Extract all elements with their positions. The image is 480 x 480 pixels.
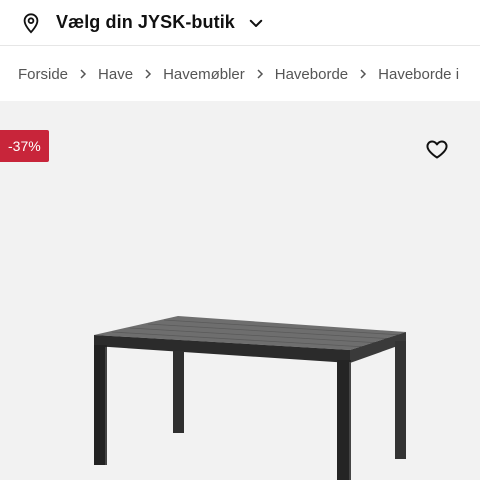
- product-image-area: -37%: [0, 101, 480, 480]
- breadcrumb-separator-icon: [358, 69, 368, 79]
- favorite-button[interactable]: [424, 136, 450, 162]
- store-selector[interactable]: Vælg din JYSK-butik: [0, 0, 480, 46]
- breadcrumb-item-haveborde-i[interactable]: Haveborde i: [378, 66, 459, 83]
- chevron-down-icon: [247, 14, 265, 32]
- breadcrumb-item-forside[interactable]: Forside: [18, 66, 68, 83]
- garden-table-image[interactable]: [0, 101, 480, 480]
- breadcrumb-item-havemobler[interactable]: Havemøbler: [163, 66, 245, 83]
- breadcrumb: Forside Have Havemøbler Haveborde Havebo…: [0, 47, 480, 101]
- breadcrumb-separator-icon: [255, 69, 265, 79]
- store-selector-label: Vælg din JYSK-butik: [56, 12, 235, 32]
- heart-icon: [425, 137, 449, 161]
- breadcrumb-separator-icon: [143, 69, 153, 79]
- breadcrumb-separator-icon: [78, 69, 88, 79]
- location-pin-icon: [20, 12, 42, 34]
- breadcrumb-item-have[interactable]: Have: [98, 66, 133, 83]
- discount-badge: -37%: [0, 130, 49, 162]
- breadcrumb-item-haveborde[interactable]: Haveborde: [275, 66, 348, 83]
